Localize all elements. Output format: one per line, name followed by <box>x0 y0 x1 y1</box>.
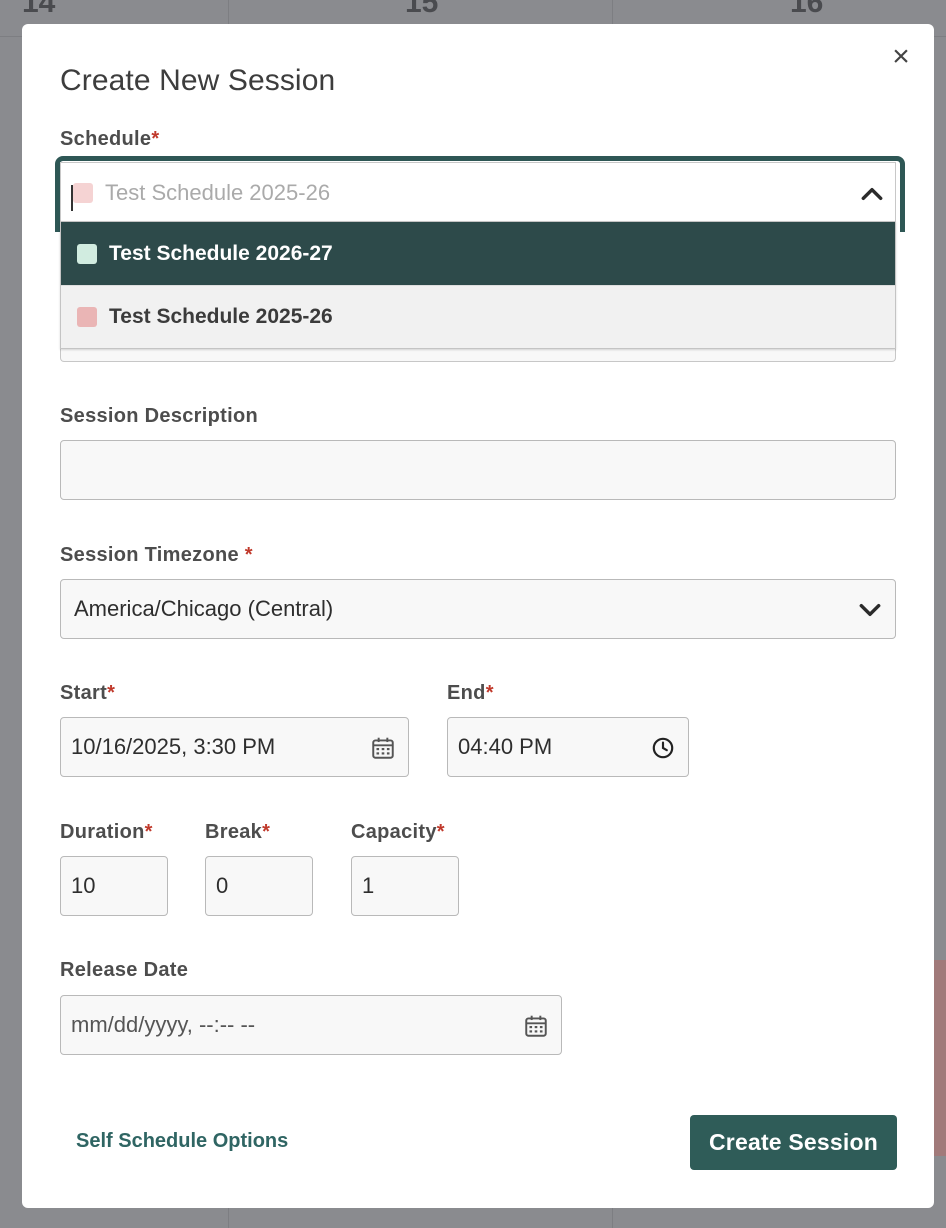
timezone-value: America/Chicago (Central) <box>74 596 334 621</box>
self-schedule-options-link[interactable]: Self Schedule Options <box>76 1130 288 1153</box>
chevron-up-icon[interactable] <box>859 181 885 207</box>
release-date-label: Release Date <box>60 959 189 981</box>
release-date-input[interactable]: mm/dd/yyyy, --:-- -- <box>60 995 562 1055</box>
schedule-color-swatch <box>77 243 97 264</box>
capacity-input[interactable]: 1 <box>351 856 459 916</box>
chevron-down-icon <box>859 603 881 617</box>
schedule-selected-value: Test Schedule 2025-26 <box>105 179 331 205</box>
capacity-label: Capacity* <box>351 821 445 843</box>
break-label: Break* <box>205 821 271 843</box>
clock-icon[interactable] <box>650 735 676 761</box>
create-session-modal: × Create New Session Schedule* Test Sche… <box>22 24 934 1208</box>
modal-title: Create New Session <box>60 64 336 97</box>
timezone-label: Session Timezone * <box>60 544 253 566</box>
calendar-icon[interactable] <box>523 1013 549 1039</box>
create-session-button[interactable]: Create Session <box>690 1115 897 1170</box>
end-value: 04:40 PM <box>458 734 553 759</box>
day-number: 14 <box>22 0 56 19</box>
day-number: 16 <box>790 0 824 19</box>
duration-input[interactable]: 10 <box>60 856 168 916</box>
schedule-select[interactable]: Test Schedule 2025-26 <box>60 162 896 222</box>
schedule-label: Schedule* <box>60 128 160 150</box>
release-date-placeholder: mm/dd/yyyy, --:-- -- <box>71 1012 256 1037</box>
schedule-option[interactable]: Test Schedule 2025-26 <box>61 285 895 348</box>
schedule-option-label: Test Schedule 2025-26 <box>109 305 333 328</box>
break-input[interactable]: 0 <box>205 856 313 916</box>
end-label: End* <box>447 682 494 704</box>
day-number: 15 <box>405 0 439 19</box>
calendar-event[interactable] <box>934 960 946 1156</box>
end-time-input[interactable]: 04:40 PM <box>447 717 689 777</box>
description-input[interactable] <box>60 440 896 500</box>
start-label: Start* <box>60 682 116 704</box>
calendar-icon[interactable] <box>370 735 396 761</box>
schedule-dropdown: Test Schedule 2026-27 Test Schedule 2025… <box>60 221 896 349</box>
start-value: 10/16/2025, 3:30 PM <box>71 734 276 759</box>
schedule-option-label: Test Schedule 2026-27 <box>109 241 333 265</box>
close-icon[interactable]: × <box>888 42 914 72</box>
timezone-select[interactable]: America/Chicago (Central) <box>60 579 896 639</box>
start-datetime-input[interactable]: 10/16/2025, 3:30 PM <box>60 717 409 777</box>
schedule-color-swatch <box>77 307 97 327</box>
duration-label: Duration* <box>60 821 153 843</box>
schedule-color-swatch <box>73 182 93 203</box>
schedule-option[interactable]: Test Schedule 2026-27 <box>61 222 895 285</box>
description-label: Session Description <box>60 405 258 427</box>
